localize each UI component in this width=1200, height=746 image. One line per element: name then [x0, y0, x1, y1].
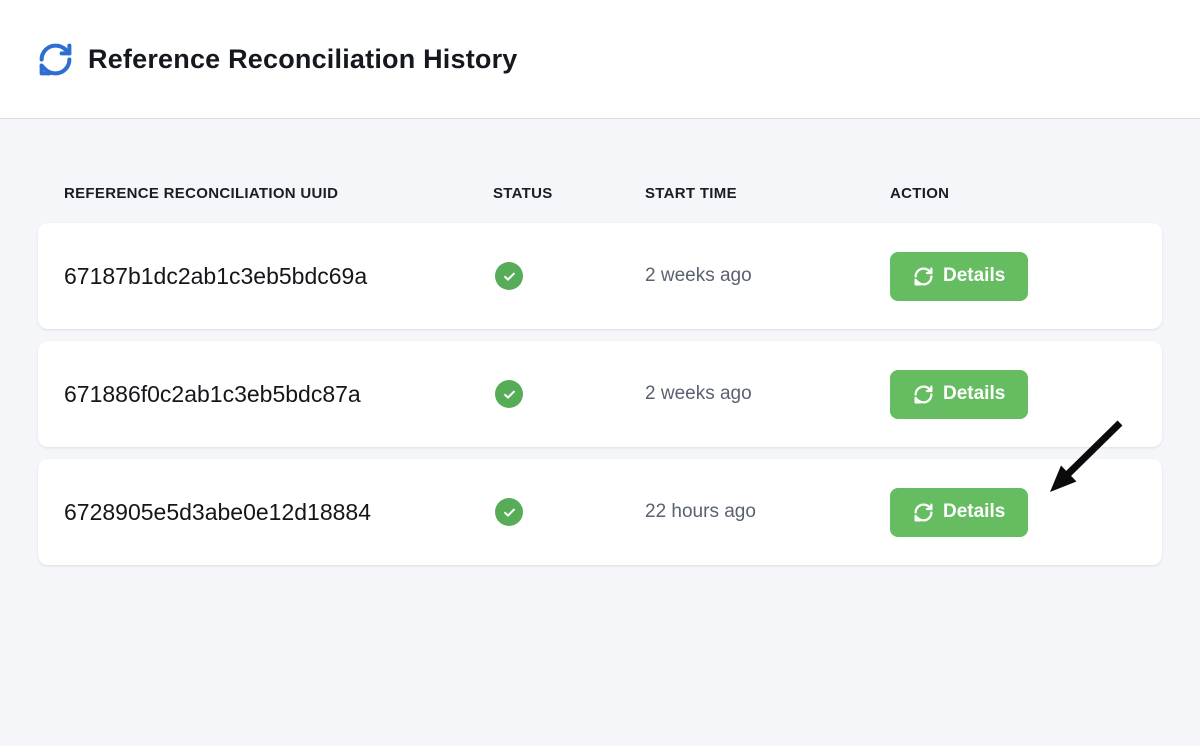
details-button[interactable]: Details — [890, 488, 1028, 537]
page-title: Reference Reconciliation History — [88, 44, 518, 75]
table-header-row: REFERENCE RECONCILIATION UUID STATUS STA… — [38, 185, 1162, 202]
table-row: 6728905e5d3abe0e12d18884 22 hours ago De… — [38, 459, 1162, 565]
table-row: 671886f0c2ab1c3eb5bdc87a 2 weeks ago Det… — [38, 341, 1162, 447]
column-header-start-time: START TIME — [645, 185, 890, 202]
details-button-label: Details — [943, 265, 1005, 287]
check-circle-icon — [495, 498, 523, 526]
action-cell: Details — [890, 252, 1136, 301]
details-button-label: Details — [943, 383, 1005, 405]
check-circle-icon — [495, 262, 523, 290]
check-circle-icon — [495, 380, 523, 408]
start-time: 22 hours ago — [645, 501, 890, 523]
page-header: Reference Reconciliation History — [0, 0, 1200, 119]
reconciliation-uuid: 67187b1dc2ab1c3eb5bdc69a — [64, 263, 493, 290]
action-cell: Details — [890, 370, 1136, 419]
column-header-action: ACTION — [890, 185, 1136, 202]
sync-icon — [913, 266, 934, 287]
details-button-label: Details — [943, 501, 1005, 523]
main-content: REFERENCE RECONCILIATION UUID STATUS STA… — [0, 119, 1200, 565]
status-cell — [493, 262, 645, 290]
reconciliation-uuid: 6728905e5d3abe0e12d18884 — [64, 499, 493, 526]
table-row: 67187b1dc2ab1c3eb5bdc69a 2 weeks ago Det… — [38, 223, 1162, 329]
sync-icon — [913, 384, 934, 405]
action-cell: Details — [890, 488, 1136, 537]
status-cell — [493, 498, 645, 526]
column-header-status: STATUS — [493, 185, 645, 202]
reconciliation-uuid: 671886f0c2ab1c3eb5bdc87a — [64, 381, 493, 408]
details-button[interactable]: Details — [890, 252, 1028, 301]
details-button[interactable]: Details — [890, 370, 1028, 419]
start-time: 2 weeks ago — [645, 383, 890, 405]
status-cell — [493, 380, 645, 408]
sync-icon — [913, 502, 934, 523]
sync-icon — [37, 41, 74, 78]
column-header-uuid: REFERENCE RECONCILIATION UUID — [64, 185, 493, 202]
start-time: 2 weeks ago — [645, 265, 890, 287]
